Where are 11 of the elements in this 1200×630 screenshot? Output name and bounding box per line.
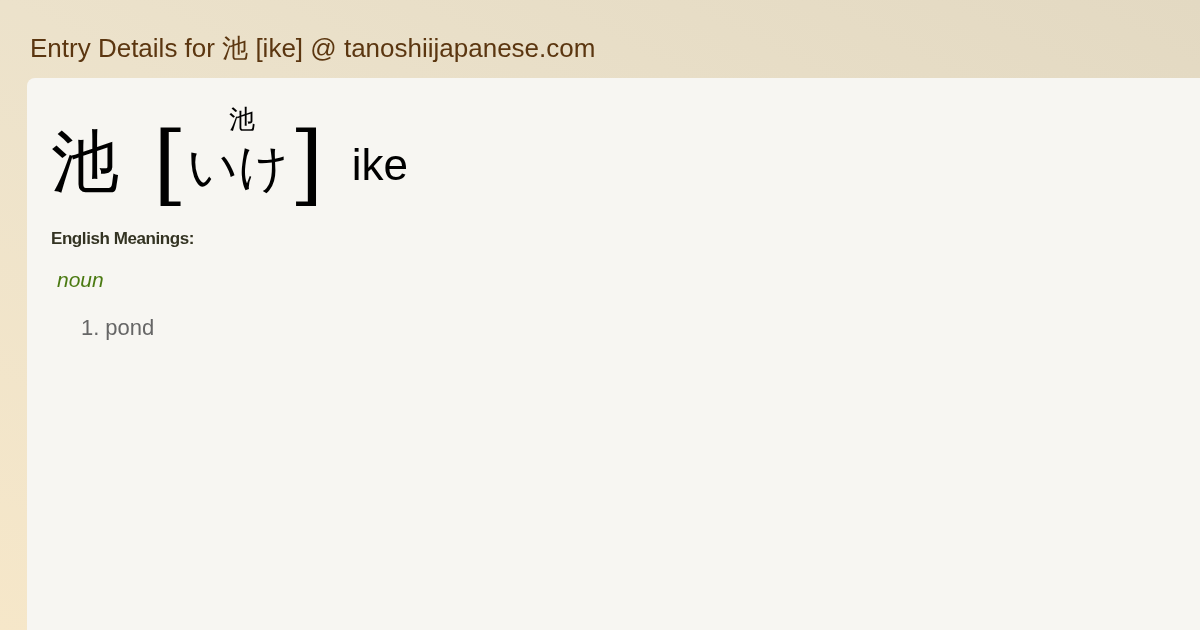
headword: 池 [51,122,119,202]
bracket: [ [153,114,188,214]
furigana: 池 [229,104,256,134]
definition-text: pond [105,314,155,342]
romaji-reading: ike [351,140,408,190]
list-number: 1. [81,314,100,342]
section-heading: English Meanings: [51,229,194,248]
part-of-speech: noun [57,267,104,291]
kana-reading: いけ [187,137,290,198]
bracket: ] [289,114,324,214]
page-title: Entry Details for 池 [ike] @ tanoshiijapanese.com [30,32,596,65]
